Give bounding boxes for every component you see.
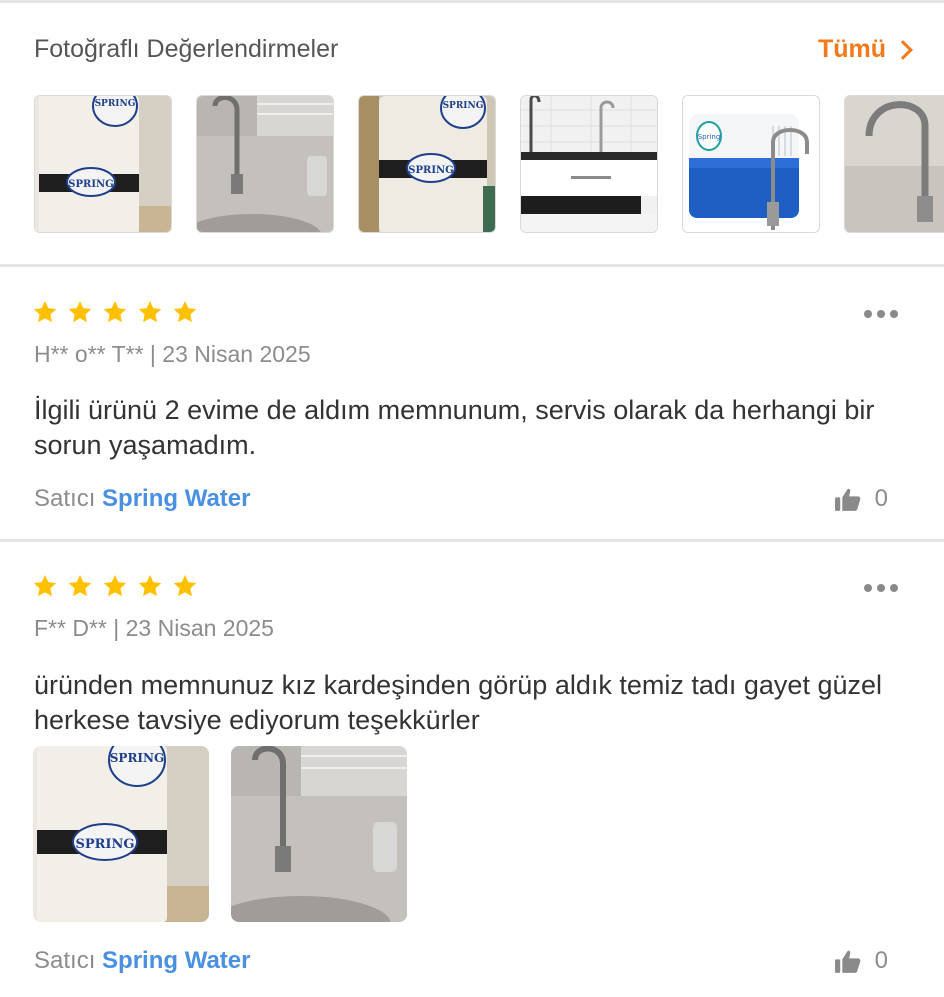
thumb-brand-label: SPRING [443, 101, 484, 111]
star-icon [67, 573, 93, 599]
review-meta: F** D** | 23 Nisan 2025 [34, 615, 274, 642]
review-photos: SPRING SPRING [33, 746, 413, 922]
review-text: üründen memnunuz kız kardeşinden görüp a… [34, 670, 882, 735]
thumb-brand-label: SPRING [68, 179, 113, 190]
meta-separator: | [113, 615, 120, 641]
star-icon [172, 573, 198, 599]
review-card: H** o** T** | 23 Nisan 2025 İlgili ürünü… [0, 267, 944, 539]
review-card: F** D** | 23 Nisan 2025 üründen memnunuz… [0, 542, 944, 997]
thumb-brand-label: SPRING [95, 99, 136, 109]
more-options-icon[interactable] [864, 584, 898, 592]
review-photo[interactable] [231, 746, 407, 922]
review-seller: Satıcı Spring Water [34, 485, 250, 513]
photo-reviews-section: Fotoğraflı Değerlendirmeler Tümü SPRING … [0, 3, 944, 265]
photo-thumbnail[interactable]: SPRING SPRING [358, 95, 496, 233]
star-rating [32, 299, 198, 325]
review-date: 23 Nisan 2025 [162, 341, 311, 367]
star-icon [172, 299, 198, 325]
seller-link[interactable]: Spring Water [102, 485, 250, 512]
seller-label: Satıcı [34, 947, 96, 974]
like-count: 0 [874, 485, 888, 512]
photo-thumbnail[interactable]: Spring [682, 95, 820, 233]
review-date: 23 Nisan 2025 [125, 615, 274, 641]
photo-thumbnail[interactable] [196, 95, 334, 233]
photo-brand-label: SPRING [75, 837, 134, 852]
thumbs-up-icon[interactable] [834, 487, 861, 512]
photo-thumbnail[interactable] [844, 95, 944, 233]
thumb-brand-label: Spring [698, 133, 721, 141]
section-title: Fotoğraflı Değerlendirmeler [34, 35, 339, 63]
like-count: 0 [874, 947, 888, 974]
like-button[interactable]: 0 [834, 485, 888, 513]
review-text: İlgili ürünü 2 evime de aldım memnunum, … [34, 395, 875, 460]
photo-thumbnail[interactable]: SPRING SPRING [34, 95, 172, 233]
star-icon [102, 299, 128, 325]
seller-label: Satıcı [34, 485, 96, 512]
thumbs-up-icon[interactable] [834, 949, 861, 974]
like-button[interactable]: 0 [834, 947, 888, 975]
photo-brand-label: SPRING [110, 751, 165, 765]
more-options-icon[interactable] [864, 310, 898, 318]
star-rating [32, 573, 198, 599]
star-icon [137, 299, 163, 325]
star-icon [67, 299, 93, 325]
photo-thumbnail-strip[interactable]: SPRING SPRING SPRING SPRING Spring [34, 95, 944, 233]
meta-separator: | [149, 341, 156, 367]
thumb-brand-label: SPRING [408, 165, 453, 176]
review-photo[interactable]: SPRING SPRING [33, 746, 209, 922]
review-seller: Satıcı Spring Water [34, 947, 250, 975]
star-icon [32, 299, 58, 325]
star-icon [102, 573, 128, 599]
see-all-link[interactable]: Tümü [818, 35, 913, 64]
star-icon [32, 573, 58, 599]
review-author: F** D** [34, 615, 107, 641]
see-all-label[interactable]: Tümü [818, 35, 886, 64]
review-author: H** o** T** [34, 341, 144, 367]
chevron-right-icon[interactable] [893, 40, 913, 60]
star-icon [137, 573, 163, 599]
review-meta: H** o** T** | 23 Nisan 2025 [34, 341, 311, 368]
photo-thumbnail[interactable] [520, 95, 658, 233]
seller-link[interactable]: Spring Water [102, 947, 250, 974]
